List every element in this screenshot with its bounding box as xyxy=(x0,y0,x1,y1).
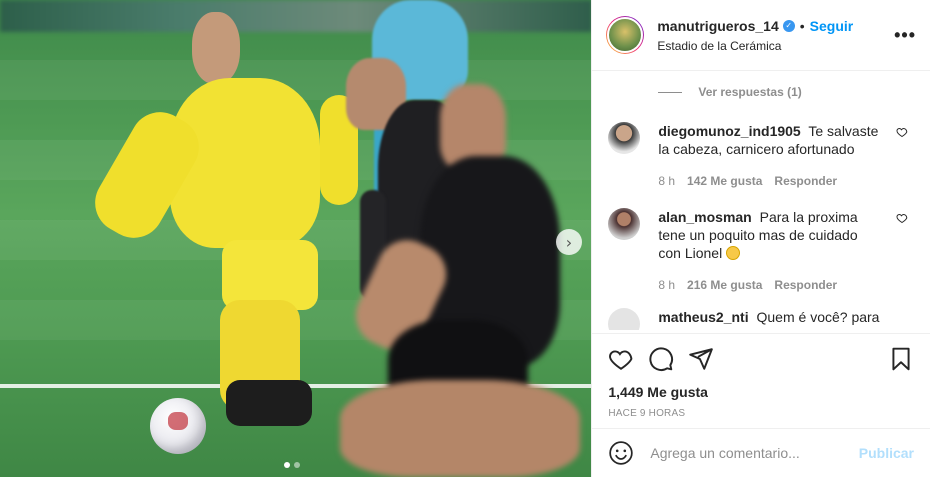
commenter-username[interactable]: alan_mosman xyxy=(658,209,751,225)
reply-button[interactable]: Responder xyxy=(774,276,837,294)
author-username[interactable]: manutrigueros_14 xyxy=(657,18,778,34)
yellow-player-boots xyxy=(226,380,312,426)
add-comment-bar: Publicar xyxy=(592,428,930,477)
comment-bubble-icon[interactable] xyxy=(648,346,674,372)
football xyxy=(150,398,206,454)
likes-count[interactable]: 1,449 Me gusta xyxy=(592,374,930,400)
commenter-avatar[interactable] xyxy=(608,122,641,154)
commenter-avatar[interactable] xyxy=(608,308,641,330)
action-bar: 1,449 Me gusta HACE 9 HORAS xyxy=(592,333,930,419)
next-slide-button[interactable]: › xyxy=(556,229,582,255)
comment-body: diegomunoz_ind1905 Te salvaste la cabeza… xyxy=(658,122,883,190)
comment-likes[interactable]: 216 Me gusta xyxy=(687,276,762,294)
comment-time[interactable]: 8 h xyxy=(658,172,675,190)
post-header: manutrigueros_14 ✓ • Seguir Estadio de l… xyxy=(592,0,930,71)
carousel-dot xyxy=(294,462,300,468)
heart-icon[interactable] xyxy=(896,212,908,224)
follow-button[interactable]: Seguir xyxy=(810,18,854,34)
more-options-icon[interactable]: ••• xyxy=(888,25,916,46)
author-avatar-image xyxy=(607,17,644,53)
comment-time[interactable]: 8 h xyxy=(658,276,675,294)
publish-button[interactable]: Publicar xyxy=(859,445,914,461)
view-replies-button[interactable]: Ver respuestas (1) xyxy=(592,85,930,99)
view-replies-label: Ver respuestas (1) xyxy=(698,85,802,99)
comment-meta: 8 h 216 Me gusta Responder xyxy=(658,276,883,294)
comment-item: alan_mosman Para la proxima tene un poqu… xyxy=(592,208,930,294)
comment-likes[interactable]: 142 Me gusta xyxy=(687,172,762,190)
comment-item: matheus2_nti Quem é você? para xyxy=(592,308,930,330)
smiling-emoji-icon xyxy=(726,246,741,260)
carousel-dots xyxy=(284,462,300,468)
foreground-player-legs xyxy=(340,380,580,477)
comment-input[interactable] xyxy=(648,444,859,462)
reply-button[interactable]: Responder xyxy=(774,172,837,190)
yellow-player-head xyxy=(192,12,240,84)
commenter-avatar[interactable] xyxy=(608,208,641,240)
comment-item: diegomunoz_ind1905 Te salvaste la cabeza… xyxy=(592,122,930,190)
chevron-right-icon: › xyxy=(565,232,573,252)
action-icons xyxy=(592,334,930,374)
bookmark-icon[interactable] xyxy=(888,346,914,372)
post-location[interactable]: Estadio de la Cerámica xyxy=(657,39,888,53)
post-time[interactable]: HACE 9 HORAS xyxy=(592,400,930,419)
stadium-stand xyxy=(0,0,592,32)
replies-line xyxy=(658,91,683,93)
comment-text-row: matheus2_nti Quem é você? para xyxy=(658,308,883,326)
separator-dot: • xyxy=(799,17,805,34)
author-avatar[interactable] xyxy=(606,16,645,54)
commenter-username[interactable]: matheus2_nti xyxy=(658,309,748,325)
comment-body: alan_mosman Para la proxima tene un poqu… xyxy=(658,208,883,294)
comment-text: Quem é você? para xyxy=(756,309,880,325)
heart-icon[interactable] xyxy=(896,126,908,138)
post-photo[interactable]: › xyxy=(0,0,592,477)
emoji-smiley-icon[interactable] xyxy=(608,440,634,466)
instagram-post: › manutrigueros_14 ✓ • Seguir Estadio de… xyxy=(0,0,930,477)
carousel-dot-active xyxy=(284,462,290,468)
header-text: manutrigueros_14 ✓ • Seguir Estadio de l… xyxy=(657,18,888,53)
comment-body: matheus2_nti Quem é você? para xyxy=(658,308,883,330)
comments-list[interactable]: Ver respuestas (1) diegomunoz_ind1905 Te… xyxy=(592,72,930,330)
verified-badge-icon: ✓ xyxy=(782,19,795,32)
like-heart-icon[interactable] xyxy=(608,346,634,372)
commenter-username[interactable]: diegomunoz_ind1905 xyxy=(658,123,800,139)
comment-text-row: alan_mosman Para la proxima tene un poqu… xyxy=(658,208,883,262)
post-sidebar: manutrigueros_14 ✓ • Seguir Estadio de l… xyxy=(591,0,930,477)
header-row: manutrigueros_14 ✓ • Seguir xyxy=(657,18,888,34)
comment-meta: 8 h 142 Me gusta Responder xyxy=(658,172,883,190)
share-paper-plane-icon[interactable] xyxy=(688,346,714,372)
comment-text-row: diegomunoz_ind1905 Te salvaste la cabeza… xyxy=(658,122,883,158)
